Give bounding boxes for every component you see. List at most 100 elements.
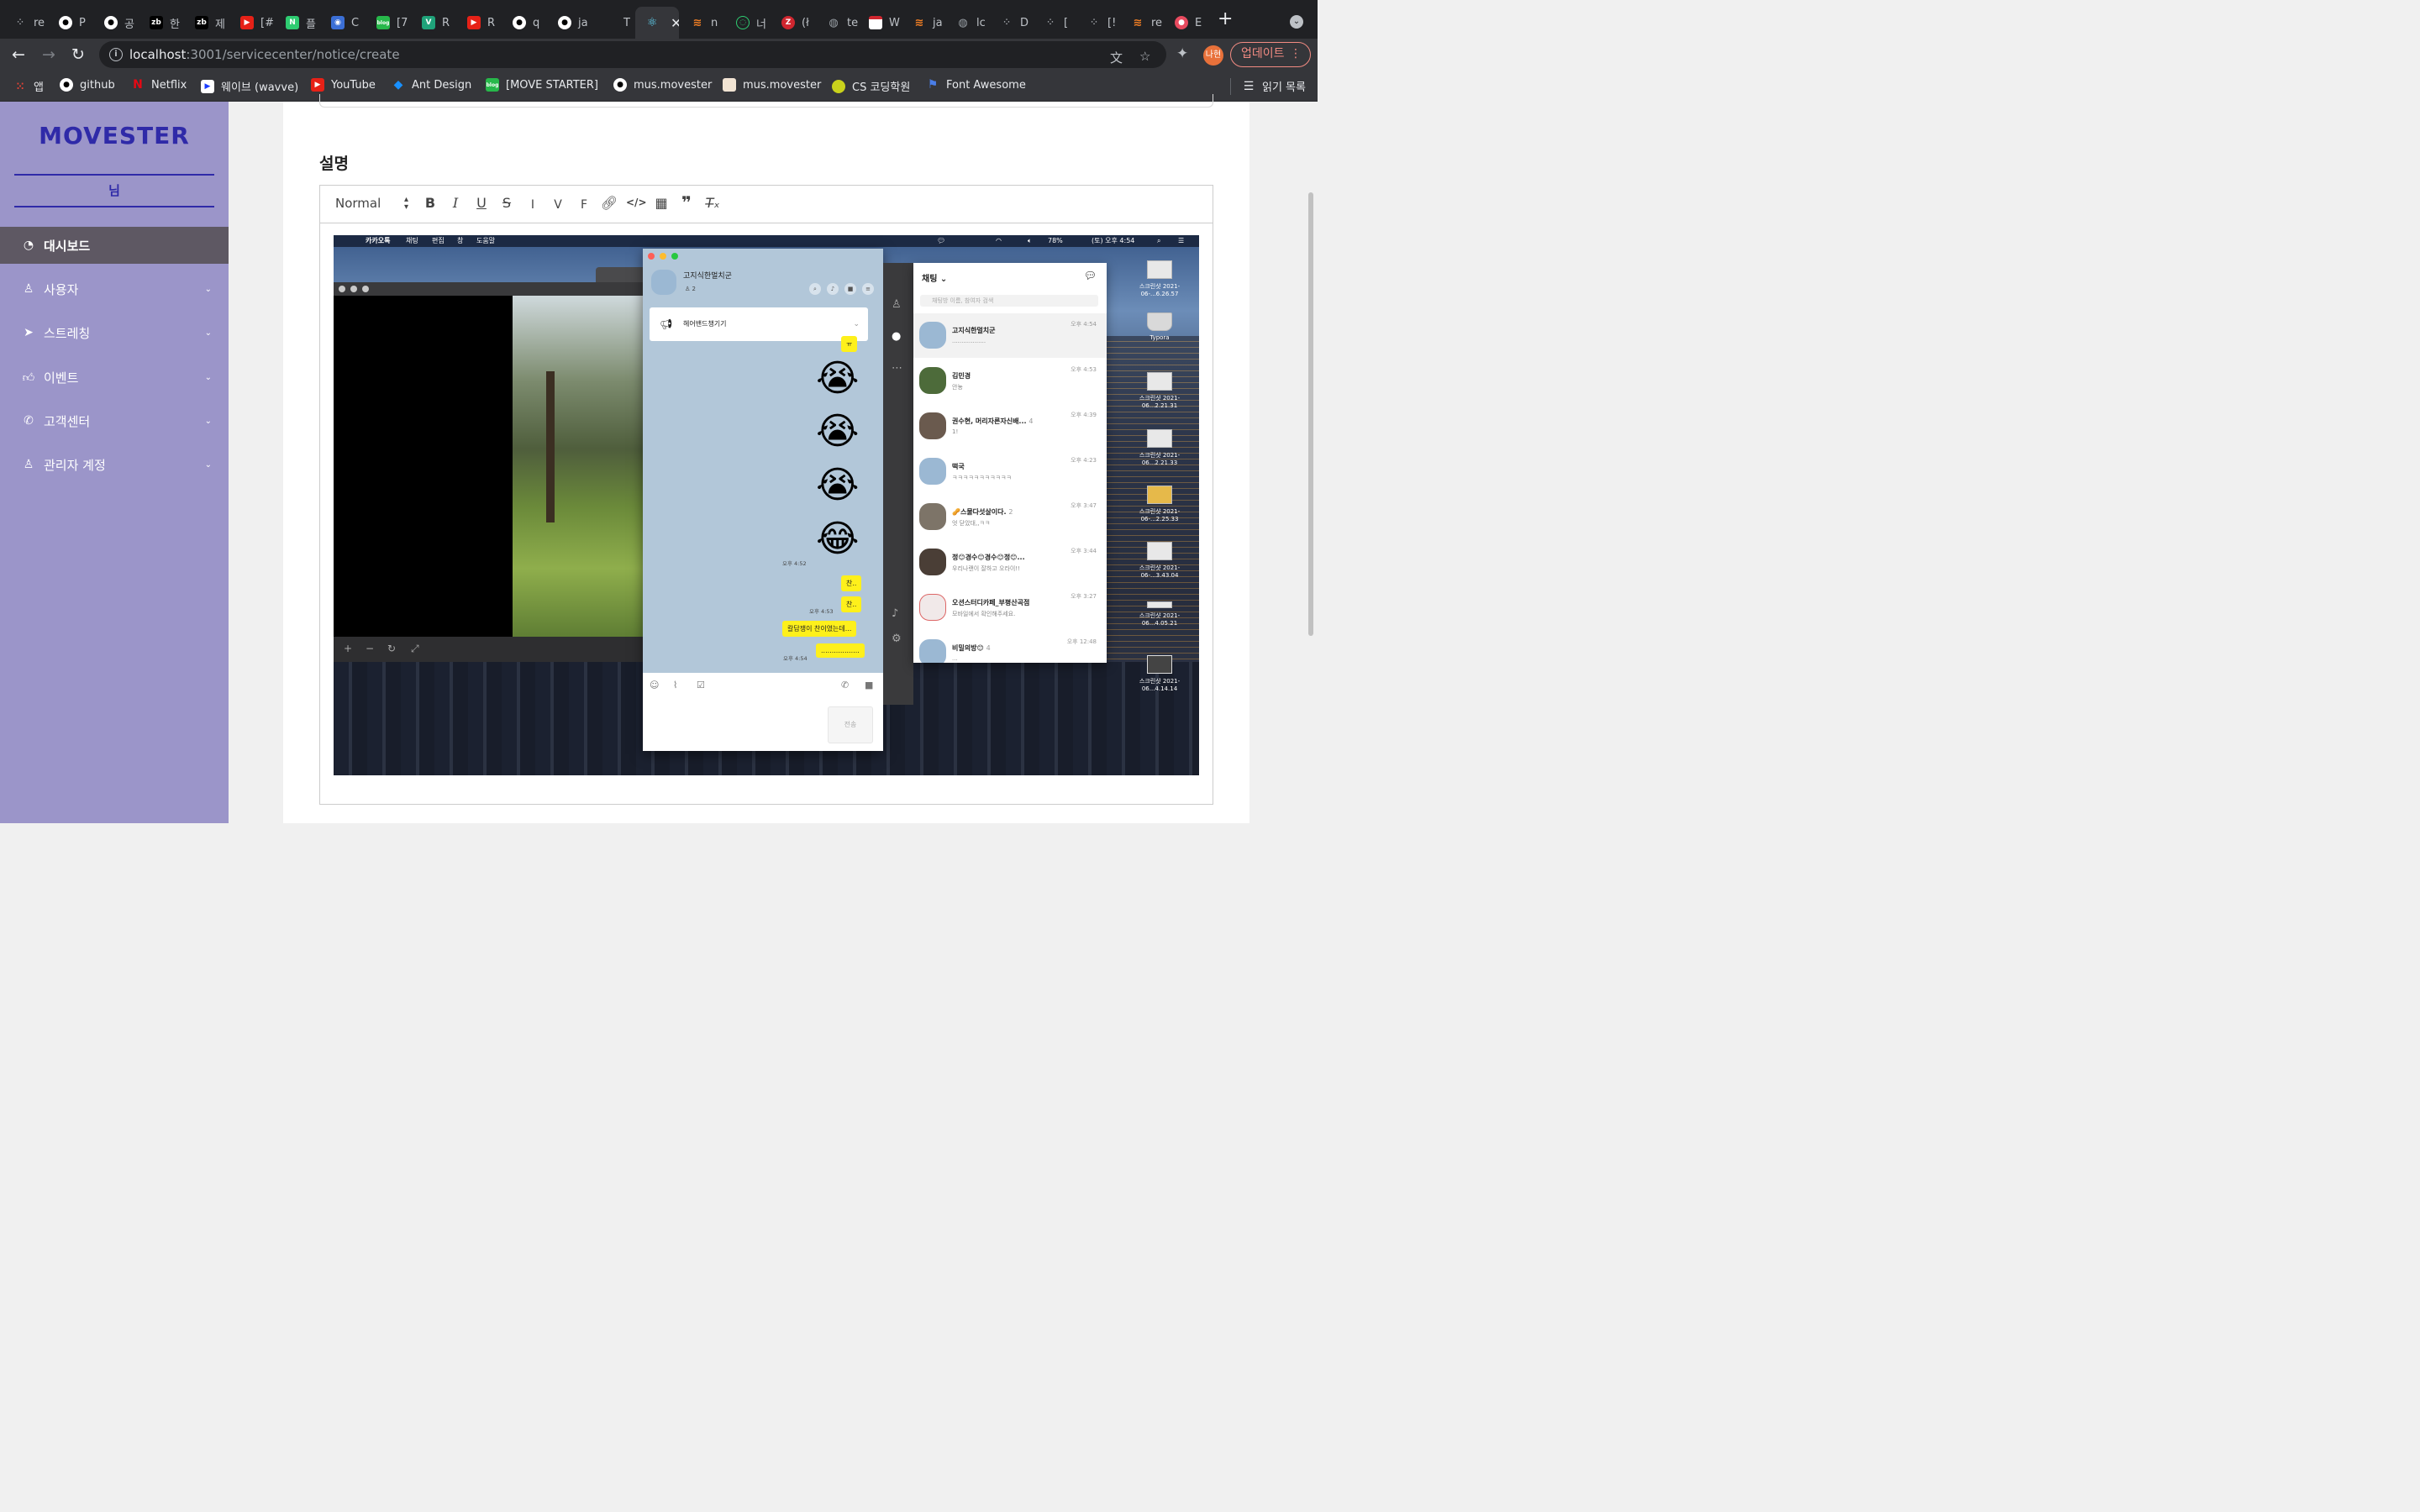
reading-list[interactable]: ☰ 읽기 목록 bbox=[1242, 78, 1306, 95]
bookmark-apps[interactable]: ⁙ 앱 bbox=[13, 78, 44, 95]
reload-icon[interactable]: ↻ bbox=[71, 45, 85, 64]
bookmark-wavve[interactable]: ▶ 웨이브 (wavve) bbox=[201, 78, 298, 94]
bookmark-mus-movester[interactable]: ● mus.movester bbox=[613, 78, 712, 92]
browser-tab[interactable]: VR bbox=[412, 7, 455, 39]
browser-tab[interactable]: ● q bbox=[502, 7, 546, 39]
browser-tab[interactable]: ⁘[ bbox=[1034, 7, 1077, 39]
bookmark-ant-design[interactable]: ◆ Ant Design bbox=[392, 78, 472, 92]
gear-icon: ⚙ bbox=[892, 633, 902, 645]
browser-tab[interactable]: ▶ R bbox=[457, 7, 501, 39]
puzzle-extension-icon[interactable]: ✦ bbox=[1176, 45, 1188, 62]
zoom-out-icon: − bbox=[366, 643, 375, 654]
update-button[interactable]: 업데이트 ⋮ bbox=[1230, 42, 1311, 67]
chevron-down-icon: ⌄ bbox=[204, 284, 212, 294]
star-icon[interactable]: ☆ bbox=[1139, 49, 1150, 64]
emoji-icon: ☺ bbox=[650, 680, 660, 690]
forward-arrow-icon[interactable]: → bbox=[42, 45, 55, 64]
browser-tab[interactable]: ≋ ja bbox=[902, 7, 946, 39]
link-icon[interactable]: 🔗︎ bbox=[600, 195, 618, 211]
browser-tab[interactable]: ● 공 bbox=[94, 7, 138, 39]
browser-tab[interactable]: ◍ lc bbox=[946, 7, 990, 39]
strike-button[interactable]: S bbox=[497, 195, 516, 211]
scrollbar-thumb[interactable] bbox=[1308, 192, 1313, 636]
profile-avatar[interactable]: 나현 bbox=[1203, 45, 1223, 66]
tab-search-icon[interactable]: ⌄ bbox=[1290, 15, 1303, 29]
megaphone-icon: 📢︎ bbox=[660, 318, 673, 330]
photo-image bbox=[513, 296, 653, 637]
new-tab-button[interactable]: + bbox=[1218, 10, 1233, 29]
sidebar-item-service-center[interactable]: ✆ 고객센터 ⌄ bbox=[0, 402, 229, 439]
browser-tab[interactable]: N플 bbox=[276, 7, 319, 39]
volume-icon: 🔈︎ bbox=[1028, 237, 1032, 244]
page-scrollbar[interactable] bbox=[1304, 102, 1318, 823]
bookmark-font-awesome[interactable]: ⚑ Font Awesome bbox=[926, 78, 1026, 92]
chat-search: 채팅방 이름, 참여자 검색 bbox=[920, 295, 1098, 307]
browser-tab[interactable]: ⁘ D bbox=[990, 7, 1034, 39]
bookmark-move-starter[interactable]: blog [MOVE STARTER] bbox=[486, 78, 598, 92]
embedded-screenshot[interactable]: 카카오톡 채팅 편집 창 도움말 💬︎ ◠ 🔈︎ 78% (토) 오후 4:54… bbox=[334, 235, 1199, 775]
underline-button[interactable]: U bbox=[472, 195, 491, 211]
desktop-icon: 스크린샷 2021-06-...2.25.33 bbox=[1125, 486, 1194, 522]
friends-icon: ♙ bbox=[892, 298, 902, 311]
netflix-icon: N bbox=[133, 78, 143, 92]
url-path: :3001/servicecenter/notice/create bbox=[186, 47, 400, 62]
browser-tab[interactable]: Z (ł bbox=[771, 7, 815, 39]
github-icon: ● bbox=[59, 16, 72, 29]
sidebar-item-admin[interactable]: ♙ 관리자 계정 ⌄ bbox=[0, 446, 229, 483]
browser-tab[interactable]: blog [7 bbox=[366, 7, 410, 39]
quote-icon[interactable]: ❞ bbox=[677, 192, 696, 213]
browser-tab[interactable]: ⁘ [! bbox=[1077, 7, 1121, 39]
address-bar[interactable]: i localhost:3001/servicecenter/notice/cr… bbox=[99, 41, 1166, 68]
code-icon[interactable]: </> bbox=[626, 197, 647, 208]
browser-tab[interactable]: ● E bbox=[1165, 7, 1208, 39]
v-icon: V bbox=[422, 16, 435, 29]
back-arrow-icon[interactable]: ← bbox=[12, 45, 25, 64]
window-behind bbox=[596, 267, 648, 282]
search-icon: ⌕ bbox=[809, 283, 821, 295]
browser-tab[interactable]: ● P bbox=[49, 7, 92, 39]
inline-f-button[interactable]: F bbox=[575, 198, 593, 212]
bookmark-github[interactable]: ● github bbox=[60, 78, 115, 92]
browser-tab[interactable]: ● ja bbox=[548, 7, 592, 39]
sidebar-item-dashboard[interactable]: ◔ 대시보드 bbox=[0, 227, 229, 264]
sidebar-item-stretching[interactable]: ➤ 스트레칭 ⌄ bbox=[0, 314, 229, 351]
inline-i-button[interactable]: I bbox=[523, 198, 542, 212]
inline-v-button[interactable]: V bbox=[549, 198, 567, 212]
bookmark-mus-movester-2[interactable]: mus.movester bbox=[723, 78, 821, 92]
italic-button[interactable]: I bbox=[446, 195, 465, 211]
bold-button[interactable]: B bbox=[421, 195, 439, 211]
browser-tab[interactable]: T bbox=[593, 7, 637, 39]
rotate-icon: ↻ bbox=[387, 643, 397, 654]
format-select[interactable]: Normal ▴ ▾ bbox=[335, 196, 408, 212]
browser-tab[interactable]: ≋ n bbox=[681, 7, 724, 39]
github-icon: ● bbox=[60, 78, 73, 92]
bookmark-netflix[interactable]: N Netflix bbox=[131, 78, 187, 92]
chevron-down-icon: ⌄ bbox=[204, 459, 212, 470]
wavve-icon: ▶ bbox=[201, 79, 214, 93]
logo[interactable]: MOVESTER bbox=[0, 122, 229, 150]
browser-tab[interactable]: ◉ C bbox=[321, 7, 365, 39]
browser-tab[interactable]: zb 제 bbox=[185, 7, 229, 39]
bookmark-cs-coding[interactable]: CS 코딩학원 bbox=[832, 78, 910, 94]
browser-tab[interactable]: ≋ re bbox=[1121, 7, 1165, 39]
info-icon[interactable]: i bbox=[109, 48, 123, 61]
bookmark-youtube[interactable]: ▶ YouTube bbox=[311, 78, 376, 92]
sidebar-item-events[interactable]: 👍︎ 이벤트 ⌄ bbox=[0, 359, 229, 396]
sidebar-item-users[interactable]: ♙ 사용자 ⌄ bbox=[0, 270, 229, 307]
close-icon[interactable]: ✕ bbox=[671, 15, 679, 31]
browser-tab[interactable]: ⁘ re bbox=[3, 7, 47, 39]
desktop-icon: 스크린샷 2021-06...4.14.14 bbox=[1125, 655, 1194, 692]
clear-format-icon[interactable]: T̶ₓ bbox=[703, 195, 722, 211]
translate-icon[interactable]: 文 bbox=[1110, 49, 1123, 66]
updown-icon: ▴ ▾ bbox=[404, 195, 409, 212]
browser-tab[interactable]: ◌ 너 bbox=[726, 7, 770, 39]
user-icon: ♙ bbox=[23, 282, 34, 296]
kakao-chat-list: 채팅 ⌄ 💬︎ 채팅방 이름, 참여자 검색 고지식한멀치군..........… bbox=[913, 263, 1107, 663]
browser-tab[interactable]: ◍ te bbox=[817, 7, 860, 39]
browser-tab[interactable]: zb 한 bbox=[139, 7, 183, 39]
browser-tab[interactable]: ▶ [# bbox=[230, 7, 274, 39]
video-icon[interactable]: ▦ bbox=[652, 195, 671, 211]
browser-tab[interactable]: W bbox=[859, 7, 902, 39]
browser-tab-active[interactable]: ⚛ ✕ bbox=[635, 7, 679, 39]
previous-field[interactable] bbox=[319, 94, 1213, 108]
